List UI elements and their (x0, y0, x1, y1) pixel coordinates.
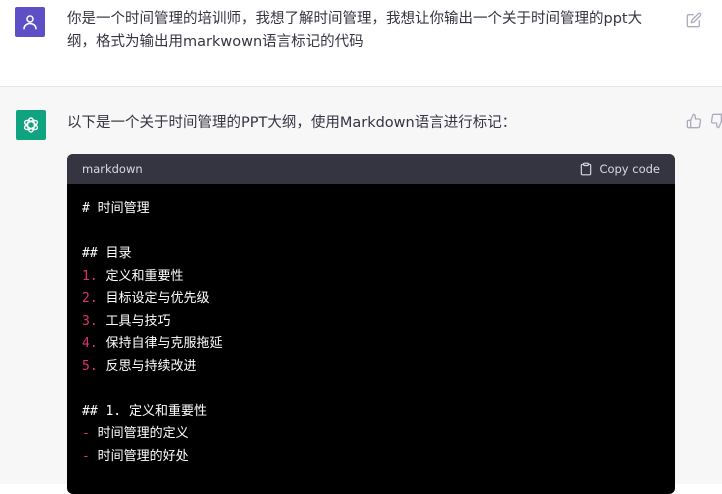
list-number: 1. (82, 268, 98, 284)
copy-code-button[interactable]: Copy code (579, 162, 660, 176)
code-line-toc-item: 5. 反思与持续改进 (82, 356, 660, 379)
list-text: 保持自律与克服拖延 (105, 336, 223, 351)
assistant-message-row: 以下是一个关于时间管理的PPT大纲，使用Markdown语言进行标记： mark… (0, 87, 722, 494)
code-line-toc-item: 3. 工具与技巧 (82, 311, 660, 334)
code-content: # 时间管理 ## 目录 1. 定义和重要性 2. 目标设定与优先级 3. 工具… (67, 184, 675, 482)
list-text: 定义和重要性 (105, 268, 184, 284)
assistant-intro-text: 以下是一个关于时间管理的PPT大纲，使用Markdown语言进行标记： (67, 115, 517, 131)
list-number: 5. (82, 358, 98, 374)
bullet-text: 时间管理的好处 (97, 448, 189, 464)
code-line-bullet: - 时间管理的好处 (82, 446, 660, 469)
code-line-bullet: - 时间管理的定义 (82, 423, 660, 446)
code-language-label: markdown (82, 162, 143, 176)
bullet-text: 时间管理的定义 (97, 426, 189, 441)
user-icon (23, 15, 37, 30)
list-number: 3. (82, 313, 98, 329)
code-block: markdown Copy code # 时间管理 ## 目录 1. 定义和重要… (67, 154, 675, 494)
edit-icon[interactable] (686, 12, 702, 28)
list-text: 工具与技巧 (105, 313, 171, 329)
bullet-marker: - (82, 448, 90, 464)
code-line-toc-item: 1. 定义和重要性 (82, 266, 660, 289)
assistant-avatar (16, 110, 46, 140)
code-block-header: markdown Copy code (67, 154, 675, 184)
user-avatar (15, 7, 45, 37)
clipboard-icon (581, 162, 592, 176)
user-message-row: 你是一个时间管理的培训师，我想了解时间管理，我想让你输出一个关于时间管理的ppt… (0, 0, 722, 87)
code-line-h1: # 时间管理 (82, 201, 150, 216)
code-line-section1-heading: ## 1. 定义和重要性 (82, 403, 207, 419)
thumbs-up-icon[interactable] (686, 113, 702, 129)
list-number: 2. (82, 291, 98, 306)
bullet-marker: - (82, 426, 90, 441)
code-line-toc-item: 4. 保持自律与克服拖延 (82, 333, 660, 356)
copy-code-label: Copy code (599, 162, 660, 176)
openai-logo-icon (23, 117, 39, 133)
thumbs-down-icon[interactable] (710, 113, 722, 129)
list-number: 4. (82, 336, 98, 351)
list-text: 反思与持续改进 (105, 358, 197, 374)
user-message-text: 你是一个时间管理的培训师，我想了解时间管理，我想让你输出一个关于时间管理的ppt… (67, 11, 643, 50)
code-line-toc-item: 2. 目标设定与优先级 (82, 288, 660, 311)
code-line-toc-heading: ## 目录 (82, 246, 132, 261)
list-text: 目标设定与优先级 (105, 291, 210, 306)
